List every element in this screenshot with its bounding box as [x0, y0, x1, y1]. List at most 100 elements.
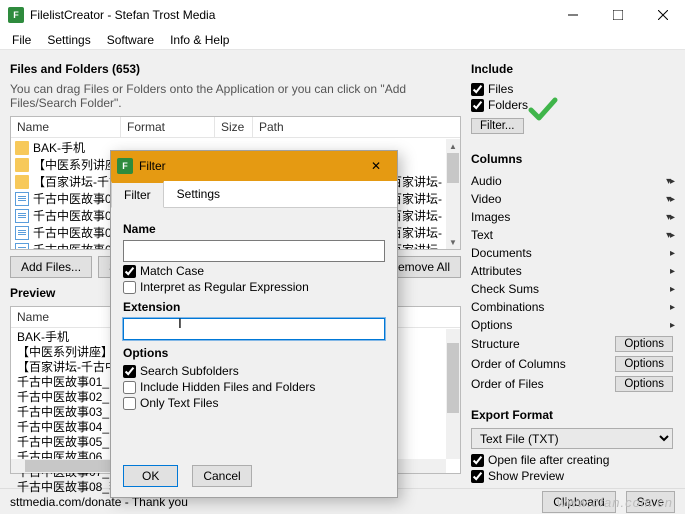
only-text-checkbox[interactable]: [123, 397, 136, 410]
app-icon: F: [8, 7, 24, 23]
export-format-select[interactable]: Text File (TXT): [471, 428, 673, 449]
regex-checkbox[interactable]: [123, 281, 136, 294]
column-item[interactable]: Video ▾ ▸: [471, 190, 673, 208]
filter-dialog: F Filter ✕ Filter Settings Name Match Ca…: [110, 150, 398, 498]
filter-button[interactable]: Filter...: [471, 118, 524, 134]
column-item[interactable]: Text ▾ ▸: [471, 226, 673, 244]
options-label: Options: [123, 346, 385, 360]
col-path[interactable]: Path: [253, 117, 460, 137]
match-case-checkbox[interactable]: [123, 265, 136, 278]
column-item-label: Attributes: [471, 264, 522, 278]
folder-icon: [15, 158, 29, 172]
expand-icon: ▾ ▸: [666, 194, 673, 205]
include-folders-label: Folders: [488, 98, 528, 112]
expand-icon: ▸: [670, 266, 673, 277]
titlebar: F FilelistCreator - Stefan Trost Media: [0, 0, 685, 30]
file-path: 百家讲坛-: [390, 173, 446, 190]
regex-label: Interpret as Regular Expression: [140, 280, 309, 294]
show-preview-checkbox[interactable]: [471, 470, 484, 483]
file-path: 百家讲坛-: [390, 190, 446, 207]
window-title: FilelistCreator - Stefan Trost Media: [30, 8, 550, 22]
columns-heading: Columns: [471, 152, 673, 166]
expand-icon: ▸: [670, 248, 673, 259]
save-button[interactable]: Save: [626, 491, 675, 513]
filelist-scrollbar[interactable]: ▲ ▼: [446, 139, 460, 249]
add-files-button[interactable]: Add Files...: [10, 256, 92, 278]
doc-icon: [15, 209, 29, 223]
include-hidden-checkbox[interactable]: [123, 381, 136, 394]
column-item[interactable]: Options▸: [471, 316, 673, 334]
minimize-button[interactable]: [550, 0, 595, 30]
show-preview-label: Show Preview: [488, 469, 564, 483]
clipboard-button[interactable]: Clipboard: [542, 491, 615, 513]
expand-icon: ▾ ▸: [666, 176, 673, 187]
column-item-label: Images: [471, 210, 510, 224]
column-item[interactable]: Check Sums ▸: [471, 280, 673, 298]
column-item-label: Documents: [471, 246, 532, 260]
maximize-button[interactable]: [595, 0, 640, 30]
column-item[interactable]: Audio ▾ ▸: [471, 172, 673, 190]
include-files-checkbox[interactable]: [471, 83, 484, 96]
name-label: Name: [123, 222, 385, 236]
order-columns-options-button[interactable]: Options: [615, 356, 673, 372]
extension-input[interactable]: [123, 318, 385, 340]
file-path: 百家讲坛-: [390, 224, 446, 241]
include-folders-checkbox[interactable]: [471, 99, 484, 112]
folder-icon: [15, 141, 29, 155]
open-after-label: Open file after creating: [488, 453, 609, 467]
menu-software[interactable]: Software: [101, 31, 160, 49]
files-heading: Files and Folders (653): [10, 62, 461, 76]
column-item-label: Text: [471, 228, 493, 242]
checkmark-annotation-icon: [528, 96, 558, 125]
expand-icon: ▸: [670, 320, 673, 331]
order-files-label: Order of Files: [471, 377, 544, 391]
close-button[interactable]: [640, 0, 685, 30]
column-item[interactable]: Documents ▸: [471, 244, 673, 262]
menu-file[interactable]: File: [6, 31, 37, 49]
dialog-icon: F: [117, 158, 133, 174]
structure-label: Structure: [471, 337, 520, 351]
file-path: 百家讲坛-: [390, 207, 446, 224]
search-subfolders-label: Search Subfolders: [140, 364, 239, 378]
doc-icon: [15, 243, 29, 250]
only-text-label: Only Text Files: [140, 396, 218, 410]
expand-icon: ▸: [670, 284, 673, 295]
order-columns-label: Order of Columns: [471, 357, 566, 371]
column-item[interactable]: Combinations ▸: [471, 298, 673, 316]
column-item[interactable]: Attributes ▸: [471, 262, 673, 280]
tab-filter[interactable]: Filter: [111, 181, 164, 208]
remove-all-button[interactable]: emove All: [387, 256, 461, 278]
folder-icon: [15, 175, 29, 189]
expand-icon: ▾ ▸: [666, 230, 673, 241]
ok-button[interactable]: OK: [123, 465, 178, 487]
include-files-label: Files: [488, 82, 513, 96]
include-hidden-label: Include Hidden Files and Folders: [140, 380, 315, 394]
open-after-checkbox[interactable]: [471, 454, 484, 467]
column-item-label: Video: [471, 192, 501, 206]
files-hint: You can drag Files or Folders onto the A…: [10, 82, 461, 110]
column-item[interactable]: Images▾ ▸: [471, 208, 673, 226]
dialog-title: Filter: [139, 159, 361, 173]
include-heading: Include: [471, 62, 673, 76]
column-item-label: Audio: [471, 174, 502, 188]
col-format[interactable]: Format: [121, 117, 215, 137]
col-size[interactable]: Size: [215, 117, 253, 137]
tab-settings[interactable]: Settings: [164, 181, 233, 207]
cancel-button[interactable]: Cancel: [192, 465, 251, 487]
menu-settings[interactable]: Settings: [41, 31, 96, 49]
structure-options-button[interactable]: Options: [615, 336, 673, 352]
expand-icon: ▸: [670, 302, 673, 313]
search-subfolders-checkbox[interactable]: [123, 365, 136, 378]
column-item-label: Check Sums: [471, 282, 539, 296]
menubar: File Settings Software Info & Help: [0, 30, 685, 50]
match-case-label: Match Case: [140, 264, 204, 278]
name-input[interactable]: [123, 240, 385, 262]
dialog-close-button[interactable]: ✕: [361, 159, 391, 173]
menu-info[interactable]: Info & Help: [164, 31, 235, 49]
preview-scrollbar-v[interactable]: [446, 329, 460, 459]
column-item-label: Combinations: [471, 300, 544, 314]
doc-icon: [15, 226, 29, 240]
doc-icon: [15, 192, 29, 206]
order-files-options-button[interactable]: Options: [615, 376, 673, 392]
col-name[interactable]: Name: [11, 117, 121, 137]
